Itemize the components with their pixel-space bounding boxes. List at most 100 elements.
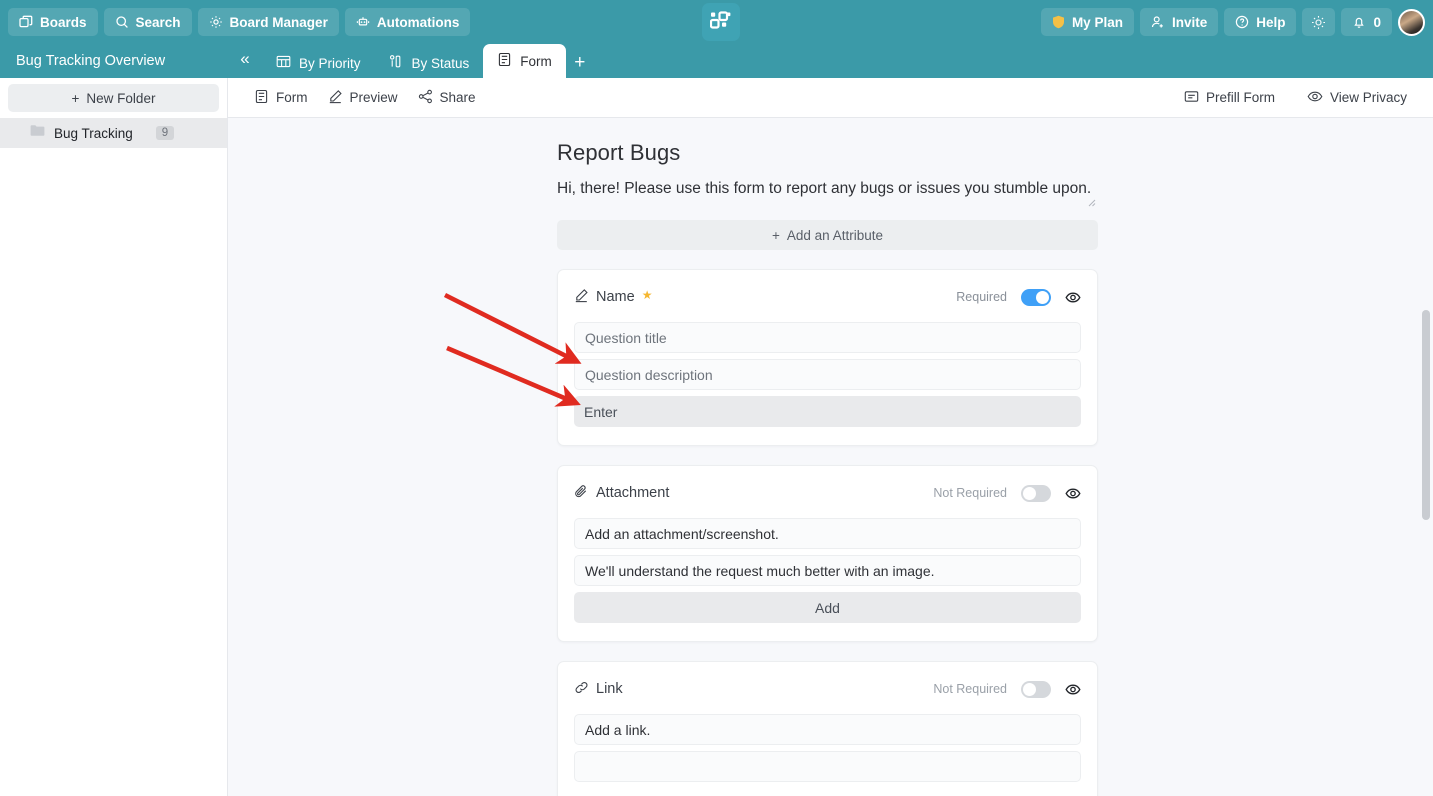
- resize-grip-icon[interactable]: [1086, 197, 1096, 207]
- invite-button[interactable]: Invite: [1139, 8, 1219, 36]
- add-attribute-label: Add an Attribute: [786, 227, 883, 243]
- toggle-knob: [1036, 290, 1049, 304]
- search-button[interactable]: Search: [103, 8, 192, 36]
- form-toolbar: Form Preview Share Prefill Form View Pri…: [228, 78, 1433, 118]
- visibility-eye-icon[interactable]: [1065, 682, 1081, 697]
- question-description-input[interactable]: Question description: [574, 359, 1081, 390]
- help-button[interactable]: Help: [1224, 8, 1297, 36]
- prefill-form-button[interactable]: Prefill Form: [1174, 84, 1285, 112]
- question-title-input[interactable]: Question title: [574, 322, 1081, 353]
- form-icon: [254, 89, 269, 107]
- card-header: Link Not Required: [574, 678, 1081, 700]
- main-panel: Form Preview Share Prefill Form View Pri…: [228, 78, 1433, 796]
- top-navigation-bar: Boards Search Board Manager Automations …: [0, 0, 1433, 44]
- required-toggle[interactable]: [1021, 680, 1051, 698]
- top-nav-right-group: My Plan Invite Help 0: [1040, 0, 1425, 44]
- user-avatar[interactable]: [1398, 8, 1425, 36]
- question-title-input[interactable]: Add a link.: [574, 714, 1081, 745]
- required-toggle[interactable]: [1021, 288, 1051, 306]
- add-tab-button[interactable]: +: [566, 48, 594, 78]
- tab-by-status-label: By Status: [411, 55, 470, 71]
- automations-label: Automations: [376, 14, 460, 30]
- boards-label: Boards: [40, 14, 87, 30]
- form-title[interactable]: Report Bugs: [557, 118, 1098, 166]
- toggle-knob: [1023, 682, 1036, 696]
- plus-icon: +: [772, 227, 780, 243]
- board-manager-label: Board Manager: [229, 14, 328, 30]
- question-title-input[interactable]: Add an attachment/screenshot.: [574, 518, 1081, 549]
- my-plan-button[interactable]: My Plan: [1040, 8, 1134, 36]
- folder-icon: [30, 124, 45, 142]
- required-toggle[interactable]: [1021, 484, 1051, 502]
- visibility-eye-icon[interactable]: [1065, 486, 1081, 501]
- field-label-group: Link: [574, 680, 623, 699]
- vertical-scrollbar-track[interactable]: [1420, 190, 1433, 796]
- pencil-icon: [328, 89, 343, 107]
- view-privacy-button[interactable]: View Privacy: [1297, 84, 1417, 112]
- notifications-button[interactable]: 0: [1341, 8, 1392, 36]
- tab-by-status[interactable]: By Status: [375, 48, 484, 78]
- sidebar-item-bug-tracking[interactable]: Bug Tracking 9: [0, 118, 227, 148]
- required-status-label: Not Required: [933, 486, 1007, 500]
- new-folder-button[interactable]: + New Folder: [8, 84, 219, 112]
- help-icon: [1235, 15, 1249, 29]
- required-status-label: Required: [956, 290, 1007, 304]
- prefill-icon: [1184, 89, 1199, 107]
- prefill-form-label: Prefill Form: [1205, 90, 1275, 105]
- tab-form[interactable]: Form: [483, 44, 566, 78]
- form-builder: Report Bugs Hi, there! Please use this f…: [557, 118, 1098, 796]
- sidebar: + New Folder Bug Tracking 9: [0, 78, 228, 796]
- form-icon: [497, 52, 512, 70]
- notifications-count: 0: [1373, 14, 1381, 30]
- board-manager-button[interactable]: Board Manager: [197, 8, 339, 36]
- bell-icon: [1352, 15, 1366, 29]
- sun-icon: [1311, 15, 1326, 30]
- view-tabs: By Priority By Status Form +: [262, 44, 594, 78]
- form-toolbar-right: Prefill Form View Privacy: [1174, 84, 1417, 112]
- visibility-eye-icon[interactable]: [1065, 290, 1081, 305]
- toolbar-preview-button[interactable]: Preview: [318, 84, 408, 112]
- sidebar-item-count: 9: [155, 126, 175, 140]
- vertical-scrollbar-thumb[interactable]: [1422, 310, 1430, 520]
- add-attribute-button[interactable]: + Add an Attribute: [557, 220, 1098, 250]
- toolbar-share-button[interactable]: Share: [408, 84, 486, 112]
- form-description-wrapper: Hi, there! Please use this form to repor…: [557, 166, 1098, 207]
- app-root: Boards Search Board Manager Automations …: [0, 0, 1433, 796]
- toolbar-form-label: Form: [276, 90, 308, 105]
- gear-icon: [209, 15, 223, 29]
- card-header: Attachment Not Required: [574, 482, 1081, 504]
- form-canvas: Report Bugs Hi, there! Please use this f…: [228, 118, 1433, 796]
- top-nav-left-group: Boards Search Board Manager Automations: [0, 8, 471, 36]
- add-user-icon: [1151, 15, 1165, 29]
- field-label: Name: [596, 289, 635, 305]
- app-logo[interactable]: [702, 3, 740, 41]
- search-label: Search: [135, 14, 181, 30]
- shield-icon: [1052, 15, 1065, 29]
- tab-by-priority[interactable]: By Priority: [262, 48, 375, 78]
- form-description[interactable]: Hi, there! Please use this form to repor…: [557, 180, 1091, 197]
- collapse-sidebar-button[interactable]: «: [228, 44, 262, 78]
- toolbar-share-label: Share: [439, 90, 476, 105]
- help-label: Help: [1256, 14, 1286, 30]
- boards-button[interactable]: Boards: [8, 8, 98, 36]
- question-description-input[interactable]: We'll understand the request much better…: [574, 555, 1081, 586]
- sidebar-item-label: Bug Tracking: [54, 125, 133, 141]
- form-field-card-name: Name ★ Required Question title Question …: [557, 269, 1098, 446]
- toggle-knob: [1023, 486, 1036, 500]
- card-header: Name ★ Required: [574, 286, 1081, 308]
- card-header-controls: Not Required: [933, 484, 1081, 502]
- search-icon: [115, 15, 129, 29]
- boards-icon: [19, 15, 33, 29]
- field-action-enter[interactable]: Enter: [574, 396, 1081, 427]
- view-privacy-label: View Privacy: [1329, 90, 1407, 105]
- field-label: Link: [596, 681, 623, 697]
- my-plan-label: My Plan: [1071, 14, 1123, 30]
- question-description-input[interactable]: [574, 751, 1081, 782]
- automations-button[interactable]: Automations: [344, 8, 471, 36]
- theme-toggle-button[interactable]: [1302, 8, 1336, 36]
- toolbar-form-button[interactable]: Form: [244, 84, 318, 112]
- tab-form-label: Form: [520, 53, 552, 69]
- card-header-controls: Not Required: [933, 680, 1081, 698]
- field-action-add[interactable]: Add: [574, 592, 1081, 623]
- board-title: Bug Tracking Overview: [16, 53, 166, 69]
